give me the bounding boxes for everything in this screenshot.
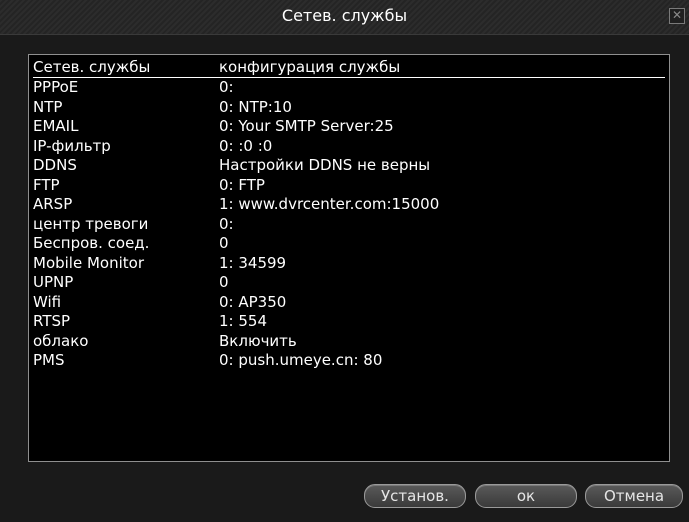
service-config: 0 (219, 234, 229, 253)
close-icon[interactable]: ✕ (669, 8, 685, 24)
service-config: 1: 554 (219, 312, 267, 331)
service-name: Wifi (33, 292, 62, 311)
table-row[interactable]: облако Включить (33, 332, 665, 352)
table-row[interactable]: PMS 0: push.umeye.cn: 80 (33, 351, 665, 371)
window-title: Сетев. службы (281, 6, 408, 25)
column-header-config: конфигурация службы (219, 58, 401, 76)
service-name: DDNS (33, 156, 77, 175)
column-header-service: Сетев. службы (33, 58, 151, 76)
service-name: Mobile Monitor (33, 253, 144, 272)
table-row[interactable]: PPPoE 0: (33, 78, 665, 98)
service-name: NTP (33, 97, 63, 116)
table-row[interactable]: UPNP 0 (33, 273, 665, 293)
service-config: Настройки DDNS не верны (219, 156, 431, 175)
table-row[interactable]: RTSP 1: 554 (33, 312, 665, 332)
service-name: PMS (33, 351, 65, 370)
cancel-button[interactable]: Отмена (585, 484, 683, 508)
table-row[interactable]: Mobile Monitor 1: 34599 (33, 254, 665, 274)
table-row[interactable]: ARSP 1: www.dvrcenter.com:15000 (33, 195, 665, 215)
service-config: 1: www.dvrcenter.com:15000 (219, 195, 440, 214)
service-config: Включить (219, 331, 297, 350)
table-row[interactable]: EMAIL 0: Your SMTP Server:25 (33, 117, 665, 137)
service-name: PPPoE (33, 78, 79, 97)
service-config: 0: push.umeye.cn: 80 (219, 351, 383, 370)
service-config: 0: (219, 78, 234, 97)
apply-button[interactable]: Установ. (364, 484, 466, 508)
network-services-window: Сетев. службы ✕ Сетев. службы конфигурац… (0, 0, 689, 522)
ok-button[interactable]: ок (475, 484, 577, 508)
service-name: центр тревоги (33, 214, 149, 233)
table-row[interactable]: Беспров. соед. 0 (33, 234, 665, 254)
service-name: IP-фильтр (33, 136, 111, 155)
table-row[interactable]: Wifi 0: AP350 (33, 293, 665, 313)
service-config: 1: 34599 (219, 253, 287, 272)
table-row[interactable]: DDNS Настройки DDNS не верны (33, 156, 665, 176)
service-name: EMAIL (33, 117, 79, 136)
service-name: облако (33, 331, 89, 350)
service-config: 0: (219, 214, 234, 233)
service-name: UPNP (33, 273, 74, 292)
service-name: Беспров. соед. (33, 234, 150, 253)
services-table: Сетев. службы конфигурация службы PPPoE 0… (28, 54, 670, 462)
table-row[interactable]: центр тревоги 0: (33, 215, 665, 235)
table-row[interactable]: IP-фильтр 0: :0 :0 (33, 137, 665, 157)
title-bar: Сетев. службы ✕ (0, 0, 689, 35)
service-config: 0: NTP:10 (219, 97, 292, 116)
service-name: FTP (33, 175, 60, 194)
service-config: 0 (219, 273, 229, 292)
service-config: 0: Your SMTP Server:25 (219, 117, 394, 136)
service-config: 0: :0 :0 (219, 136, 273, 155)
service-name: RTSP (33, 312, 71, 331)
service-config: 0: AP350 (219, 292, 287, 311)
service-name: ARSP (33, 195, 73, 214)
table-header: Сетев. службы конфигурация службы (33, 58, 665, 78)
table-row[interactable]: NTP 0: NTP:10 (33, 98, 665, 118)
service-config: 0: FTP (219, 175, 265, 194)
table-row[interactable]: FTP 0: FTP (33, 176, 665, 196)
